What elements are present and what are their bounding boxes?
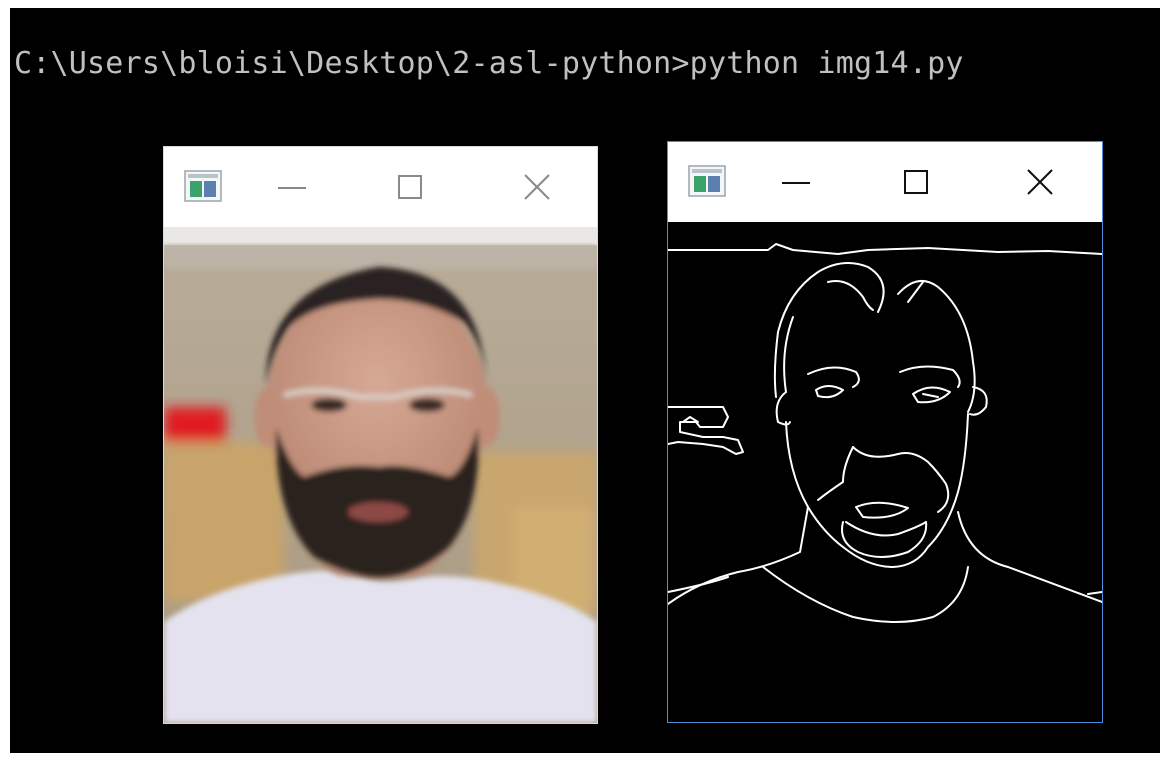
close-button[interactable]: [517, 167, 557, 207]
app-icon: [184, 170, 222, 202]
title-bar[interactable]: [164, 147, 597, 227]
maximize-icon: [398, 175, 422, 199]
edges-image-window[interactable]: [667, 141, 1103, 723]
title-bar[interactable]: [668, 142, 1102, 222]
minimize-button[interactable]: [776, 162, 816, 202]
edges-image-canvas: [668, 222, 1102, 722]
app-icon: [688, 165, 726, 197]
minimize-button[interactable]: [272, 167, 312, 207]
edge-map-image: [668, 222, 1102, 722]
webcam-frame-image: [164, 227, 597, 723]
maximize-button[interactable]: [390, 167, 430, 207]
maximize-icon: [904, 170, 928, 194]
color-image-window[interactable]: [163, 146, 598, 724]
minimize-icon: [782, 182, 810, 184]
close-button[interactable]: [1020, 162, 1060, 202]
close-icon: [1027, 169, 1053, 195]
color-image-canvas: [164, 227, 597, 723]
maximize-button[interactable]: [896, 162, 936, 202]
close-icon: [524, 174, 550, 200]
terminal-prompt: C:\Users\bloisi\Desktop\2-asl-python>pyt…: [14, 46, 964, 81]
minimize-icon: [278, 187, 306, 189]
terminal-window: C:\Users\bloisi\Desktop\2-asl-python>pyt…: [10, 8, 1160, 753]
